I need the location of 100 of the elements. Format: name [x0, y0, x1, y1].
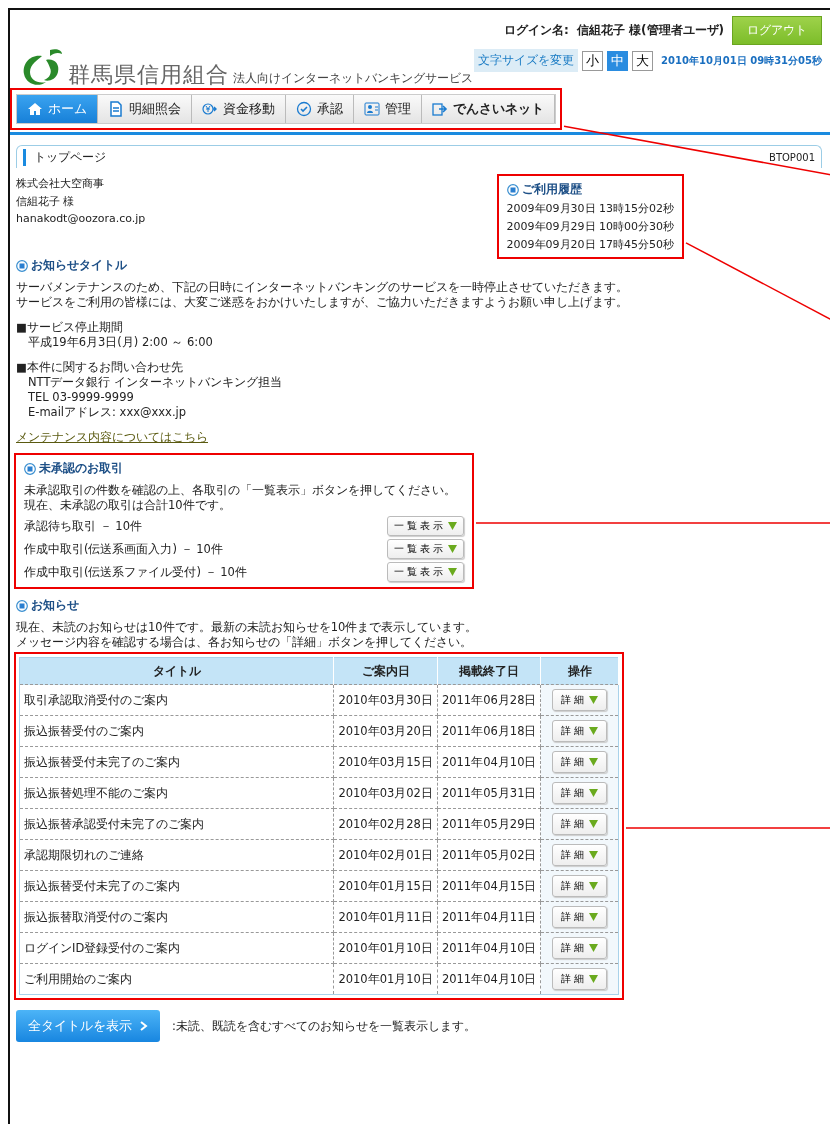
section-title: ご利用履歴 — [521, 181, 582, 198]
table-cell: 2011年05月02日 — [437, 839, 541, 871]
table-cell: 2011年04月15日 — [437, 870, 541, 902]
column-header: 操作 — [540, 657, 619, 685]
column-header: タイトル — [19, 657, 334, 685]
pending-item: 作成中取引(伝送系画面入力) － 10件 — [24, 541, 223, 557]
pending-item: 承認待ち取引 － 10件 — [24, 518, 142, 534]
yen-arrow-icon — [202, 101, 218, 117]
notice-text: ■サービス停止期間 — [16, 320, 124, 335]
detail-button[interactable]: 詳細 — [552, 689, 608, 711]
table-cell: 2010年03月20日 — [333, 715, 438, 747]
screen-id: BTOP001 — [769, 151, 815, 163]
detail-button[interactable]: 詳細 — [552, 813, 608, 835]
nav-tab[interactable]: でんさいネット — [422, 95, 555, 123]
check-circle-icon — [296, 101, 312, 117]
table-cell: 2010年03月15日 — [333, 746, 438, 778]
section-icon — [16, 599, 28, 612]
notice-text: 平成19年6月3日(月) 2:00 ～ 6:00 — [27, 335, 214, 350]
description-text: 未承認取引の件数を確認の上、各取引の「一覧表示」ボタンを押してください。 — [24, 483, 457, 498]
detail-button[interactable]: 詳細 — [552, 720, 608, 742]
nav-tab[interactable]: 資金移動 — [192, 95, 286, 123]
show-all-note: :未読、既読を含むすべてのお知らせを一覧表示します。 — [172, 1018, 476, 1034]
section-title: お知らせ — [31, 597, 79, 614]
table-cell: 2010年01月11日 — [333, 901, 438, 933]
table-cell: 2010年02月01日 — [333, 839, 438, 871]
chevron-icon — [140, 1021, 148, 1031]
history-entry: 2009年09月29日 10時00分30秒 — [506, 219, 674, 234]
table-cell: 2010年03月02日 — [333, 777, 438, 809]
font-size-button[interactable]: 中 — [607, 50, 629, 71]
nav-tab[interactable]: 承認 — [286, 95, 354, 123]
triangle-icon — [448, 568, 457, 576]
table-cell: 取引承認取消受付のご案内 — [19, 684, 334, 716]
table-cell: 2011年04月11日 — [437, 901, 541, 933]
detail-button[interactable]: 詳細 — [552, 875, 608, 897]
nav-tab[interactable]: 管理 — [354, 95, 422, 123]
section-icon — [16, 259, 28, 272]
date-time: 2010年10月01日 09時31分05秒 — [661, 53, 822, 68]
triangle-icon — [589, 975, 599, 983]
table-cell: 振込振替処理不能のご案内 — [19, 777, 334, 809]
notice-text: サービスをご利用の皆様には、大変ご迷惑をおかけいたしますが、ご協力いただきますようお願い申し上げます。 — [16, 295, 629, 310]
table-cell: 2010年01月10日 — [333, 932, 438, 964]
detail-button[interactable]: 詳細 — [552, 782, 608, 804]
detail-button[interactable]: 詳細 — [552, 968, 608, 990]
list-button[interactable]: 一覧表示 — [387, 562, 464, 582]
detail-button[interactable]: 詳細 — [552, 844, 608, 866]
section-icon — [506, 183, 519, 196]
table-cell: 2011年06月28日 — [437, 684, 541, 716]
user-info: hanakodt@oozora.co.jp — [16, 212, 146, 225]
triangle-icon — [589, 913, 599, 921]
table-cell: 振込振替承認受付未完了のご案内 — [19, 808, 334, 840]
table-cell: 承認期限切れのご連絡 — [19, 839, 334, 871]
table-cell: 2011年04月10日 — [437, 746, 541, 778]
table-cell: 2011年04月10日 — [437, 932, 541, 964]
login-user: 信組花子 様(管理者ユーザ) — [576, 22, 724, 39]
triangle-icon — [589, 758, 599, 766]
bank-name: 群馬県信用組合 — [68, 61, 229, 89]
triangle-icon — [589, 727, 599, 735]
description-text: 現在、未承認の取引は合計10件です。 — [24, 498, 232, 513]
page-title: トップページ — [23, 148, 106, 166]
person-card-icon — [364, 101, 380, 117]
nav-tab[interactable]: 明細照会 — [98, 95, 192, 123]
triangle-icon — [589, 696, 599, 704]
user-info: 信組花子 様 — [16, 194, 76, 209]
detail-button[interactable]: 詳細 — [552, 751, 608, 773]
triangle-icon — [589, 851, 599, 859]
notice-text: TEL 03-9999-9999 — [27, 390, 135, 405]
history-entry: 2009年09月20日 17時45分50秒 — [506, 237, 674, 252]
triangle-icon — [589, 789, 599, 797]
triangle-icon — [589, 944, 599, 952]
table-cell: 2010年02月28日 — [333, 808, 438, 840]
notice-text: サーバメンテナンスのため、下記の日時にインターネットバンキングのサービスを一時停止させていただきます。 — [16, 280, 629, 295]
table-cell: 2011年05月31日 — [437, 777, 541, 809]
list-button[interactable]: 一覧表示 — [387, 516, 464, 536]
arrow-document-icon — [432, 101, 448, 117]
font-size-button[interactable]: 大 — [632, 50, 654, 71]
description-text: 現在、未読のお知らせは10件です。最新の未読お知らせを10件まで表示しています。 — [16, 620, 479, 635]
triangle-icon — [589, 882, 599, 890]
document-icon — [108, 101, 124, 117]
table-cell: 2010年01月15日 — [333, 870, 438, 902]
section-title: お知らせタイトル — [31, 257, 127, 274]
table-cell: 振込振替受付のご案内 — [19, 715, 334, 747]
section-title: 未承認のお取引 — [39, 460, 123, 477]
table-cell: 2010年03月30日 — [333, 684, 438, 716]
triangle-icon — [448, 545, 457, 553]
font-size-label: 文字サイズを変更 — [474, 49, 579, 72]
font-size-button[interactable]: 小 — [582, 50, 604, 71]
service-name: 法人向けインターネットバンキングサービス — [233, 70, 473, 87]
section-icon — [24, 462, 36, 475]
home-icon — [27, 101, 43, 117]
table-cell: 振込振替受付未完了のご案内 — [19, 746, 334, 778]
notice-text: E-mailアドレス: xxx@xxx.jp — [27, 405, 188, 420]
list-button[interactable]: 一覧表示 — [387, 539, 464, 559]
table-cell: 振込振替受付未完了のご案内 — [19, 870, 334, 902]
detail-button[interactable]: 詳細 — [552, 906, 608, 928]
user-info: 株式会社大空商事 — [16, 176, 105, 191]
notice-text: NTTデータ銀行 インターネットバンキング担当 — [27, 375, 284, 390]
table-cell: 振込振替取消受付のご案内 — [19, 901, 334, 933]
triangle-icon — [589, 820, 599, 828]
maintenance-link[interactable]: メンテナンス内容についてはこちら — [16, 430, 208, 445]
detail-button[interactable]: 詳細 — [552, 937, 608, 959]
